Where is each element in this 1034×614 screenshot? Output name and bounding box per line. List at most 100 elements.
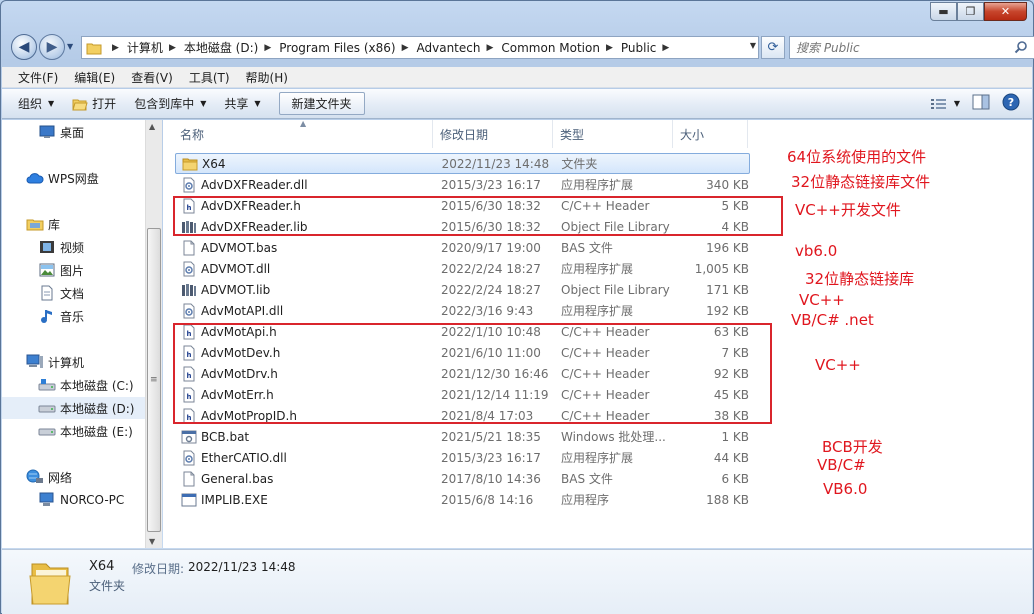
help-icon: ? (1002, 93, 1020, 111)
back-button[interactable]: ◀ (11, 34, 37, 60)
grip-icon: ≡ (150, 375, 158, 385)
file-row[interactable]: AdvMotAPI.dll 2022/3/16 9:43 应用程序扩展 192 KB (175, 300, 750, 321)
history-dropdown-icon[interactable]: ▼ (67, 42, 73, 51)
annotation-text: VB/C# (817, 456, 866, 474)
include-in-library-button[interactable]: 包含到库中 ▼ (134, 95, 206, 112)
nav-item-documents[interactable]: 文档 (2, 282, 145, 304)
file-row[interactable]: AdvDXFReader.dll 2015/3/23 16:17 应用程序扩展 340… (175, 174, 750, 195)
search-icon[interactable] (1014, 40, 1028, 57)
minimize-button[interactable]: ▬ (930, 2, 957, 21)
file-row[interactable]: EtherCATIO.dll 2015/3/23 16:17 应用程序扩展 44 KB (175, 447, 750, 468)
back-arrow-icon: ◀ (18, 39, 30, 55)
navigation-scrollbar[interactable]: ▲ ≡ ▼ (145, 120, 162, 548)
exe-icon (181, 492, 197, 508)
file-row[interactable]: ADVMOT.bas 2020/9/17 19:00 BAS 文件 196 KB (175, 237, 750, 258)
scrollbar-thumb[interactable]: ≡ (147, 228, 161, 532)
menu-view[interactable]: 查看(V) (131, 69, 173, 86)
folder-small-icon (86, 41, 102, 55)
file-row[interactable]: ADVMOT.lib 2022/2/24 18:27 Object File Lib… (175, 279, 750, 300)
breadcrumb-common-motion[interactable]: Common Motion ▶ (501, 41, 620, 55)
column-type[interactable]: 类型 (553, 120, 673, 148)
nav-item-drive-c[interactable]: 本地磁盘 (C:) (2, 374, 145, 396)
file-name: EtherCATIO.dll (201, 450, 287, 465)
nav-item-desktop[interactable]: 桌面 (2, 121, 145, 143)
nav-item-network[interactable]: 网络 (2, 466, 145, 488)
nav-item-drive-d[interactable]: 本地磁盘 (D:) (2, 397, 145, 419)
nav-item-library[interactable]: 库 (2, 213, 145, 235)
dropdown-arrow-icon: ▼ (48, 99, 55, 108)
annotation-text: vb6.0 (795, 242, 838, 260)
new-folder-button[interactable]: 新建文件夹 (278, 92, 365, 115)
file-row[interactable]: BCB.bat 2021/5/21 18:35 Windows 批处理... 1 KB (175, 426, 750, 447)
nav-item-computer[interactable]: 计算机 (2, 351, 145, 373)
annotation-text: VC++ (815, 356, 861, 374)
nav-item-wps-cloud[interactable]: WPS网盘 (2, 167, 145, 189)
file-date: 2015/6/8 14:16 (441, 492, 534, 507)
file-type: BAS 文件 (561, 472, 613, 486)
breadcrumb-advantech[interactable]: Advantech ▶ (417, 41, 502, 55)
details-type: 文件夹 (89, 579, 126, 593)
address-bar[interactable]: ▶ 计算机 ▶ 本地磁盘 (D:) ▶ Program Files (x86) ▶ A… (81, 36, 759, 59)
menu-edit[interactable]: 编辑(E) (74, 69, 115, 86)
file-type: Object File Library (561, 282, 670, 297)
nav-item-norco-pc[interactable]: NORCO-PC (2, 489, 145, 511)
breadcrumb-computer[interactable]: 计算机 ▶ (127, 39, 184, 56)
file-size: 6 KB (721, 471, 749, 486)
file-size: 340 KB (706, 177, 749, 192)
file-type: 应用程序扩展 (561, 262, 634, 276)
file-size: 188 KB (706, 492, 749, 507)
view-controls: ▼ ? (930, 93, 1020, 114)
menu-help[interactable]: 帮助(H) (246, 69, 288, 86)
scroll-up-icon[interactable]: ▲ (149, 122, 155, 131)
file-row[interactable]: X64 2022/11/23 14:48 文件夹 (175, 153, 750, 174)
file-date: 2022/11/23 14:48 (441, 156, 550, 171)
menu-tools[interactable]: 工具(T) (189, 69, 230, 86)
dll-icon (181, 450, 197, 466)
breadcrumb-public[interactable]: Public ▶ (621, 41, 677, 55)
file-name: BCB.bat (201, 429, 250, 444)
annotation-text: VB/C# .net (791, 311, 874, 329)
column-date[interactable]: 修改日期 (433, 120, 553, 148)
library-icon (26, 216, 44, 232)
dll-icon (181, 177, 197, 193)
address-dropdown-icon[interactable]: ▼ (750, 41, 756, 50)
file-row[interactable]: ADVMOT.dll 2022/2/24 18:27 应用程序扩展 1,005 KB (175, 258, 750, 279)
breadcrumb-drive-d[interactable]: 本地磁盘 (D:) ▶ (184, 39, 279, 56)
details-modified: 2022/11/23 14:48 (188, 560, 296, 574)
forward-button[interactable]: ▶ (39, 34, 65, 60)
file-name: General.bas (201, 471, 274, 486)
file-icon (181, 240, 197, 256)
search-input[interactable] (796, 40, 996, 55)
search-box[interactable] (789, 36, 1034, 59)
drive-e-icon (38, 423, 56, 439)
column-size[interactable]: 大小 (673, 120, 748, 148)
file-name: ADVMOT.bas (201, 240, 278, 255)
organize-button[interactable]: 组织 ▼ (18, 95, 54, 112)
nav-item-drive-e[interactable]: 本地磁盘 (E:) (2, 420, 145, 442)
file-date: 2020/9/17 19:00 (441, 240, 541, 255)
scroll-down-icon[interactable]: ▼ (149, 537, 155, 546)
nav-item-music[interactable]: 音乐 (2, 305, 145, 327)
change-view-button[interactable]: ▼ (930, 97, 960, 111)
preview-pane-button[interactable] (972, 94, 990, 113)
network-icon (26, 469, 44, 485)
video-icon (38, 239, 56, 255)
help-button[interactable]: ? (1002, 93, 1020, 114)
file-type: 应用程序扩展 (561, 304, 634, 318)
annotation-text: VC++ (799, 291, 845, 309)
close-button[interactable]: ✕ (984, 2, 1027, 21)
menu-file[interactable]: 文件(F) (18, 69, 58, 86)
breadcrumb-program-files[interactable]: Program Files (x86) ▶ (279, 41, 416, 55)
breadcrumb-separator[interactable]: ▶ (106, 43, 127, 53)
refresh-button[interactable]: ⟳ (761, 36, 785, 59)
dll-icon (181, 303, 197, 319)
maximize-button[interactable]: ❐ (957, 2, 984, 21)
share-button[interactable]: 共享 ▼ (224, 95, 260, 112)
navigation-pane: 桌面 WPS网盘 库 视频 图片 文档 音乐 计算机 本地磁盘 (C:) 本地磁… (2, 120, 145, 548)
column-name[interactable]: 名称 ▲ (163, 119, 433, 148)
nav-item-video[interactable]: 视频 (2, 236, 145, 258)
nav-item-pictures[interactable]: 图片 (2, 259, 145, 281)
file-row[interactable]: IMPLIB.EXE 2015/6/8 14:16 应用程序 188 KB (175, 489, 750, 510)
file-row[interactable]: General.bas 2017/8/10 14:36 BAS 文件 6 KB (175, 468, 750, 489)
open-button[interactable]: 打开 (72, 95, 116, 112)
